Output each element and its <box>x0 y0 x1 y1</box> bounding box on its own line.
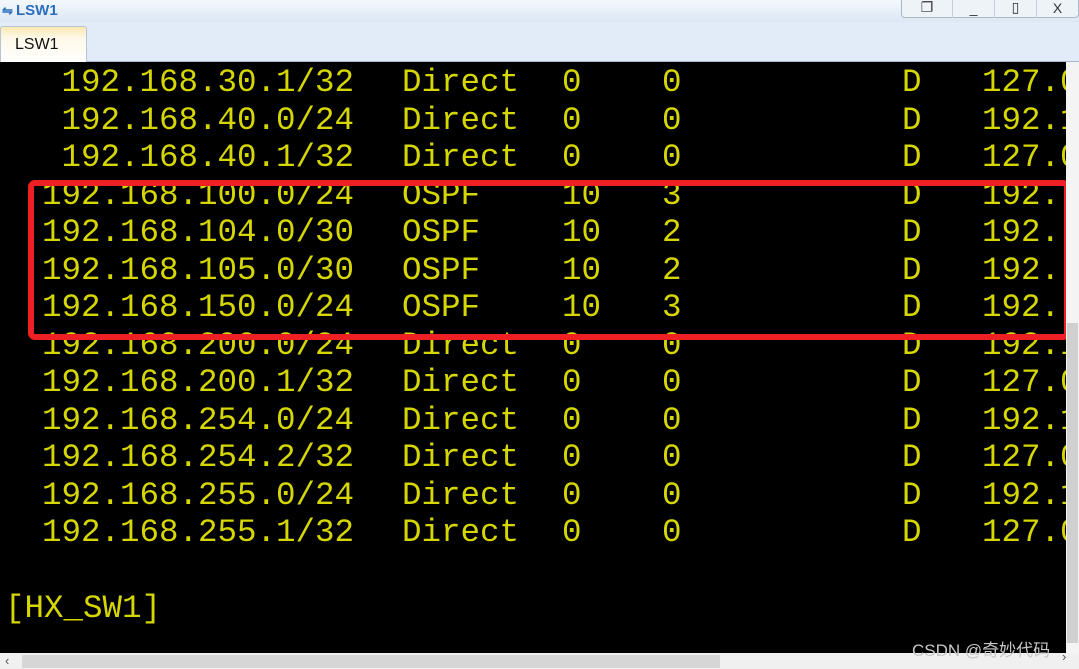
route-row: 192.168.30.1/32 Direct 0 0 D 127.0 <box>0 64 1067 101</box>
route-proto: Direct <box>402 139 520 176</box>
route-cost: 0 <box>662 139 682 176</box>
maximize-button[interactable]: ▯ <box>994 0 1036 18</box>
route-dest: 192.168.255.1/32 <box>42 514 355 551</box>
route-dest: 192.168.30.1/32 <box>42 64 355 101</box>
route-nexthop: 127.0 <box>982 439 1066 476</box>
route-pre: 0 <box>562 401 582 439</box>
restore-button[interactable]: ❐ <box>902 0 952 18</box>
route-nexthop: 127.0 <box>982 139 1066 176</box>
route-row: 192.168.255.1/32 Direct 0 0 D 127.0 <box>0 514 1066 551</box>
route-cost: 0 <box>662 64 682 101</box>
vertical-scroll-thumb[interactable] <box>1067 323 1078 643</box>
route-flags: D <box>902 514 922 551</box>
route-pre: 0 <box>562 439 582 476</box>
route-flags: D <box>902 101 922 139</box>
route-proto: Direct <box>402 101 520 139</box>
route-dest: 192.168.40.1/32 <box>42 139 355 176</box>
minimize-icon: _ <box>969 0 978 16</box>
minimize-button[interactable]: _ <box>952 0 994 18</box>
route-flags: D <box>902 439 922 476</box>
horizontal-scroll-thumb[interactable] <box>22 655 720 668</box>
route-proto: Direct <box>402 364 520 401</box>
route-pre: 0 <box>562 64 582 101</box>
cli-prompt: [HX_SW1] <box>5 590 162 627</box>
route-nexthop: 127.0 <box>982 364 1066 401</box>
route-cost: 0 <box>662 514 682 551</box>
route-flags: D <box>902 64 922 101</box>
route-nexthop: 192.1 <box>982 101 1066 139</box>
route-flags: D <box>902 401 922 439</box>
route-dest: 192.168.254.2/32 <box>42 439 355 476</box>
route-proto: Direct <box>402 476 520 514</box>
app-icon: ⇋ <box>2 3 13 18</box>
highlight-box <box>28 180 1066 340</box>
route-proto: Direct <box>402 64 520 101</box>
window-title: LSW1 <box>16 2 58 19</box>
route-pre: 0 <box>562 101 582 139</box>
route-flags: D <box>902 139 922 176</box>
route-cost: 0 <box>662 476 682 514</box>
restore-icon: ❐ <box>920 0 934 15</box>
route-proto: Direct <box>402 439 520 476</box>
route-pre: 0 <box>562 514 582 551</box>
route-row: 192.168.255.0/24 Direct 0 0 D 192.1 <box>0 477 1066 514</box>
route-pre: 0 <box>562 364 582 401</box>
route-dest: 192.168.254.0/24 <box>42 401 355 439</box>
route-nexthop: 192.1 <box>982 476 1066 514</box>
route-nexthop: 192.1 <box>982 401 1066 439</box>
route-flags: D <box>902 364 922 401</box>
route-flags: D <box>902 476 922 514</box>
tab-lsw1[interactable]: LSW1 <box>0 26 87 63</box>
maximize-icon: ▯ <box>1011 0 1020 15</box>
route-row: 192.168.254.2/32 Direct 0 0 D 127.0 <box>0 439 1066 476</box>
title-bar: ⇋ LSW1 ❐ _ ▯ X <box>0 0 1079 22</box>
watermark: CSDN @奇妙代码 <box>912 641 1051 660</box>
route-cost: 0 <box>662 101 682 139</box>
route-nexthop: 127.0 <box>982 64 1066 101</box>
route-cost: 0 <box>662 364 682 401</box>
window-controls: ❐ _ ▯ X <box>901 0 1079 18</box>
vertical-scrollbar[interactable] <box>1066 62 1079 653</box>
route-dest: 192.168.255.0/24 <box>42 476 355 514</box>
scroll-right-icon[interactable]: › <box>1062 649 1066 664</box>
route-proto: Direct <box>402 514 520 551</box>
route-pre: 0 <box>562 476 582 514</box>
route-row: 192.168.40.1/32 Direct 0 0 D 127.0 <box>0 139 1067 176</box>
route-cost: 0 <box>662 401 682 439</box>
scroll-left-icon[interactable]: ‹ <box>5 653 9 668</box>
route-nexthop: 127.0 <box>982 514 1066 551</box>
route-row: 192.168.40.0/24 Direct 0 0 D 192.1 <box>0 101 1067 139</box>
route-dest: 192.168.200.1/32 <box>42 364 355 401</box>
terminal[interactable]: [HX_SW1] 192.168.30.1/32Direct00D127.0 1… <box>0 62 1066 653</box>
route-pre: 0 <box>562 139 582 176</box>
close-button[interactable]: X <box>1036 0 1078 18</box>
route-cost: 0 <box>662 439 682 476</box>
tab-bar: LSW1 <box>0 22 1079 63</box>
route-row: 192.168.254.0/24 Direct 0 0 D 192.1 <box>0 402 1066 439</box>
route-proto: Direct <box>402 401 520 439</box>
route-dest: 192.168.40.0/24 <box>42 101 355 139</box>
route-row: 192.168.200.1/32 Direct 0 0 D 127.0 <box>0 364 1066 401</box>
